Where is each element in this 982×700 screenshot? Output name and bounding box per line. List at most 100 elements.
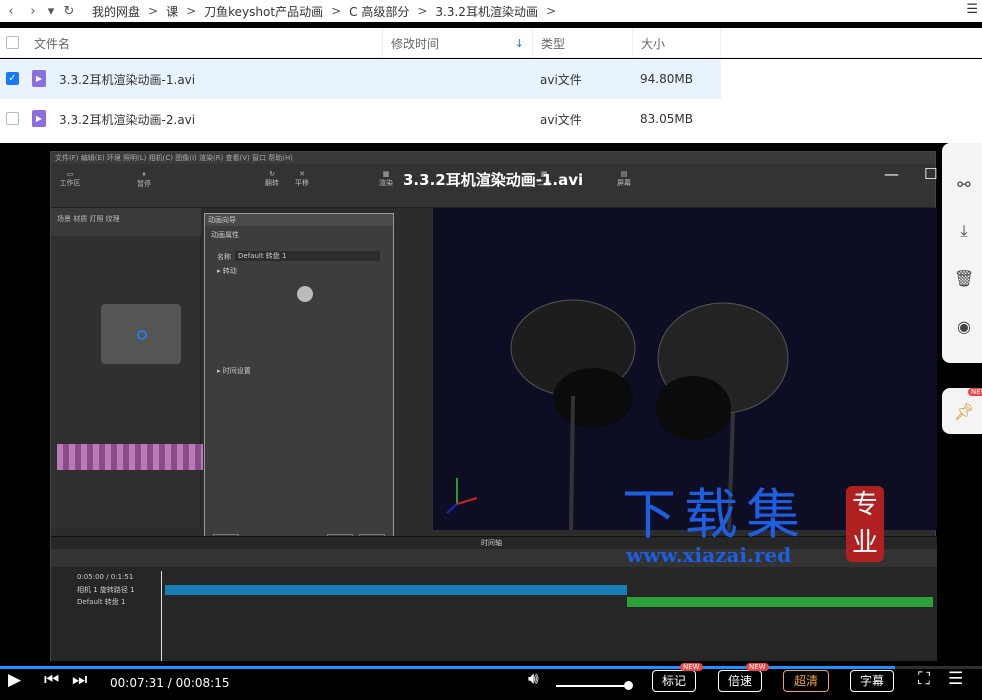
breadcrumb-separator: > [545, 4, 557, 18]
ribbon-item: ▭ 工作区 [59, 170, 81, 187]
time-separator: / [163, 676, 176, 690]
back-icon[interactable]: ‹ [0, 4, 22, 19]
file-row[interactable]: ✓ ▶ 3.3.2耳机渲染动画-1.avi avi文件 94.80MB [0, 59, 982, 99]
side-action-bar: ⚯ ⤓ 🗑︎ ◉ [942, 143, 982, 363]
top-toolbar: ‹ › ▾ ↻ 我的网盘 > 课 > 刀鱼keyshot产品动画 > C 高级部… [0, 0, 982, 22]
dialog-name-value: Default 转盘 1 [235, 251, 380, 261]
column-header-modified[interactable]: 修改时间 ↓ [382, 28, 532, 58]
ribbon-item: ▤ 屏幕 [617, 170, 631, 187]
download-icon[interactable]: ⤓ [954, 221, 974, 241]
app-timeline: 时间轴 0:05:00 / 0:1:51 相机 1 旋转路径 1 Default… [51, 536, 937, 661]
gradient-strip [57, 444, 203, 470]
volume-slider[interactable] [556, 685, 632, 687]
watermark-seal: 专业 [846, 486, 884, 562]
column-header-type[interactable]: 类型 [532, 28, 632, 58]
timeline-toolbar [51, 549, 937, 567]
playlist-icon[interactable]: ☰ [948, 669, 963, 689]
subtitle-button[interactable]: 字幕 [850, 670, 894, 692]
video-title: 3.3.2耳机渲染动画-1.avi [403, 171, 584, 189]
duration: 00:08:15 [175, 676, 230, 690]
ribbon-item: ↻ 翻转 [265, 170, 279, 187]
share-icon[interactable]: ⚯ [954, 175, 974, 195]
breadcrumb-item[interactable]: 课 [166, 3, 178, 20]
file-row[interactable]: ▶ 3.3.2耳机渲染动画-2.avi avi文件 83.05MB [0, 99, 982, 139]
video-file-icon: ▶ [32, 110, 46, 127]
app-menubar: 文件(F) 编辑(E) 环境 照明(L) 相机(C) 图像(I) 渲染(R) 查… [51, 152, 935, 164]
breadcrumb-separator: > [186, 4, 197, 18]
breadcrumb: 我的网盘 > 课 > 刀鱼keyshot产品动画 > C 高级部分 > 3.3.… [92, 3, 558, 20]
new-badge: NEW [680, 663, 703, 671]
screen: ‹ › ▾ ↻ 我的网盘 > 课 > 刀鱼keyshot产品动画 > C 高级部… [0, 0, 982, 700]
quality-button[interactable]: 超清 [783, 670, 829, 692]
video-frame: 文件(F) 编辑(E) 环境 照明(L) 相机(C) 图像(I) 渲染(R) 查… [50, 151, 937, 661]
previous-icon[interactable]: ⏮ [44, 670, 59, 690]
file-size: 83.05MB [640, 112, 693, 126]
timeline-playhead [161, 571, 162, 661]
dialog-subtitle: 动画属性 [211, 231, 239, 239]
file-size: 94.80MB [640, 72, 693, 86]
watermark-url: www.xiazai.red [626, 543, 792, 567]
file-list-header: 文件名 修改时间 ↓ 类型 大小 [0, 28, 982, 58]
fullscreen-icon[interactable]: ⛶ [918, 669, 930, 689]
mark-button[interactable]: 标记 [652, 670, 696, 692]
dialog-timing: ▸ 时间设置 [217, 367, 251, 375]
current-time: 00:07:31 [110, 676, 164, 690]
forward-icon[interactable]: › [22, 4, 44, 19]
timeline-row-label: Default 转盘 1 [77, 598, 126, 606]
view-icon[interactable]: ◉ [954, 317, 974, 337]
sort-down-icon: ↓ [514, 36, 524, 50]
file-name[interactable]: 3.3.2耳机渲染动画-2.avi [59, 99, 195, 139]
column-label: 修改时间 [391, 36, 440, 51]
volume-icon[interactable]: 🔊︎ [528, 669, 539, 689]
delete-icon[interactable]: 🗑︎ [954, 269, 974, 289]
breadcrumb-item[interactable]: 3.3.2耳机渲染动画 [435, 3, 538, 20]
row-checkbox[interactable] [6, 112, 19, 125]
ribbon-item: ⏸ 暂停 [137, 170, 151, 188]
dialog-name-label: 名称 [217, 253, 231, 261]
rotation-dial [297, 286, 313, 302]
new-badge: NEW [968, 388, 982, 396]
refresh-icon[interactable]: ↻ [58, 4, 80, 19]
file-name[interactable]: 3.3.2耳机渲染动画-1.avi [59, 59, 195, 99]
maximize-icon[interactable]: ☐ [924, 165, 937, 183]
next-icon[interactable]: ⏭ [72, 670, 87, 690]
breadcrumb-separator: > [331, 4, 342, 18]
file-type: avi文件 [540, 112, 582, 127]
breadcrumb-separator: > [417, 4, 428, 18]
timeline-track-camera [165, 585, 627, 595]
dialog-title: 动画向导 [205, 214, 393, 226]
minimize-icon[interactable]: — [884, 165, 899, 183]
timeline-row-label: 相机 1 旋转路径 1 [77, 586, 135, 594]
breadcrumb-item[interactable]: 我的网盘 [92, 3, 140, 20]
pin-icon[interactable]: 📌︎ [954, 402, 974, 422]
speed-button[interactable]: 倍速 [718, 670, 762, 692]
column-label: 大小 [641, 36, 666, 51]
select-all-checkbox[interactable] [6, 36, 19, 49]
panel-tabs: 场景 材质 灯照 纹理 [51, 208, 201, 236]
env-preview [101, 304, 181, 364]
play-icon[interactable]: ▶ [8, 670, 21, 690]
pin-panel: 📌︎ NEW [942, 388, 982, 434]
view-menu-icon[interactable]: ☰ [966, 2, 978, 17]
breadcrumb-item[interactable]: 刀鱼keyshot产品动画 [204, 3, 323, 20]
new-badge: NEW [746, 663, 769, 671]
time-display: 00:07:31 / 00:08:15 [110, 676, 229, 690]
ribbon-item: ✕ 平移 [295, 170, 309, 187]
dialog-section: ▸ 转动 [217, 267, 237, 275]
volume-knob[interactable] [624, 681, 634, 690]
app-left-panel: 场景 材质 灯照 纹理 [51, 208, 203, 528]
history-dropdown-icon[interactable]: ▾ [44, 4, 58, 19]
watermark-brand: 下载集 [622, 483, 808, 546]
animation-wizard-dialog: 动画向导 动画属性 名称 Default 转盘 1 ▸ 转动 ▸ 时间设置 取消… [204, 213, 394, 549]
row-checkbox-checked[interactable]: ✓ [6, 72, 19, 85]
timeline-track-turntable [627, 597, 933, 607]
player-controls: ▶ ⏮ ⏭ 00:07:31 / 00:08:15 🔊︎ 标记 NEW 倍速 N… [0, 663, 982, 700]
video-player[interactable]: 文件(F) 编辑(E) 环境 照明(L) 相机(C) 图像(I) 渲染(R) 查… [0, 143, 982, 700]
column-header-name[interactable]: 文件名 [26, 28, 382, 58]
breadcrumb-separator: > [148, 4, 159, 18]
breadcrumb-item[interactable]: C 高级部分 [349, 3, 409, 20]
timeline-title: 时间轴 [481, 539, 502, 547]
column-label: 文件名 [34, 36, 71, 51]
column-label: 类型 [541, 36, 566, 51]
column-header-size[interactable]: 大小 [632, 28, 721, 58]
